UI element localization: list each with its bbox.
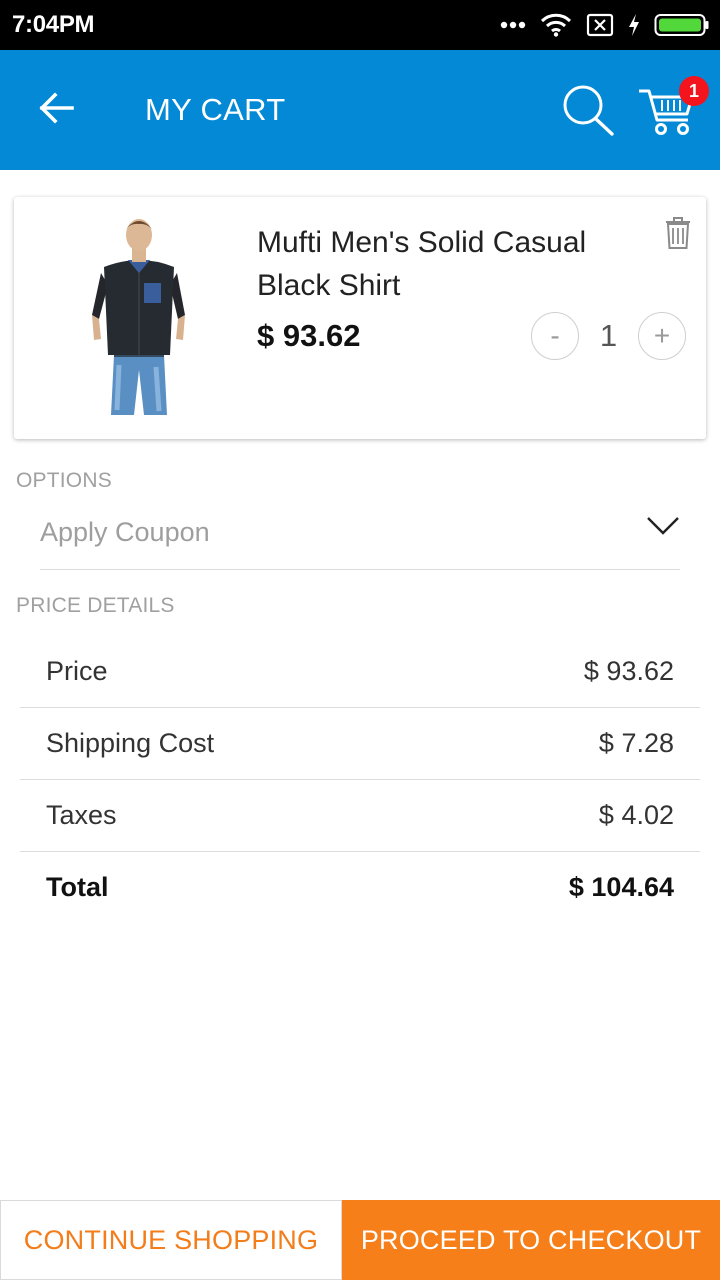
app-bar: MY CART: [0, 50, 720, 170]
price-row-shipping: Shipping Cost $ 7.28: [20, 708, 700, 780]
search-icon: [563, 85, 614, 136]
total-value: $ 104.64: [568, 872, 674, 902]
product-price: $ 93.62: [257, 318, 361, 353]
price-row-price: Price $ 93.62: [20, 636, 700, 708]
product-image[interactable]: [84, 215, 194, 420]
shipping-cost-value: $ 7.28: [598, 728, 674, 758]
price-details-section-label: PRICE DETAILS: [16, 594, 175, 617]
cart-count-badge: 1: [679, 76, 709, 106]
charging-icon: [628, 13, 640, 37]
taxes-value: $ 4.02: [598, 800, 674, 830]
page-title: MY CART: [145, 92, 286, 127]
apply-coupon-dropdown[interactable]: Apply Coupon: [40, 500, 680, 570]
delete-item-button[interactable]: [664, 216, 692, 250]
status-icons: [500, 10, 710, 40]
taxes-label: Taxes: [46, 800, 117, 830]
price-value: $ 93.62: [583, 656, 674, 686]
price-label: Price: [46, 656, 108, 686]
status-bar: 7:04PM: [0, 0, 720, 50]
status-time: 7:04PM: [12, 11, 95, 38]
chevron-down-icon: [647, 517, 679, 535]
shipping-cost-label: Shipping Cost: [46, 728, 215, 758]
price-row-total: Total $ 104.64: [20, 852, 700, 924]
continue-shopping-button[interactable]: CONTINUE SHOPPING: [0, 1200, 342, 1280]
wifi-icon: [540, 13, 572, 37]
decrease-quantity-button[interactable]: -: [531, 312, 579, 360]
proceed-to-checkout-button[interactable]: PROCEED TO CHECKOUT: [342, 1200, 720, 1280]
cart-item-card: Mufti Men's Solid Casual Black Shirt $ 9…: [14, 197, 706, 439]
trash-icon: [666, 217, 690, 249]
battery-icon: [654, 12, 710, 38]
total-label: Total: [46, 872, 109, 902]
back-button[interactable]: [30, 88, 82, 128]
back-arrow-icon: [39, 92, 74, 124]
bottom-action-bar: CONTINUE SHOPPING PROCEED TO CHECKOUT: [0, 1200, 720, 1280]
quantity-value: 1: [599, 318, 618, 353]
product-name[interactable]: Mufti Men's Solid Casual Black Shirt: [257, 221, 647, 307]
search-button[interactable]: [558, 82, 618, 138]
price-row-taxes: Taxes $ 4.02: [20, 780, 700, 852]
increase-quantity-button[interactable]: +: [638, 312, 686, 360]
no-sim-icon: [586, 13, 614, 37]
more-dots-icon: [500, 21, 526, 29]
apply-coupon-label: Apply Coupon: [40, 517, 210, 547]
options-section-label: OPTIONS: [16, 469, 112, 492]
